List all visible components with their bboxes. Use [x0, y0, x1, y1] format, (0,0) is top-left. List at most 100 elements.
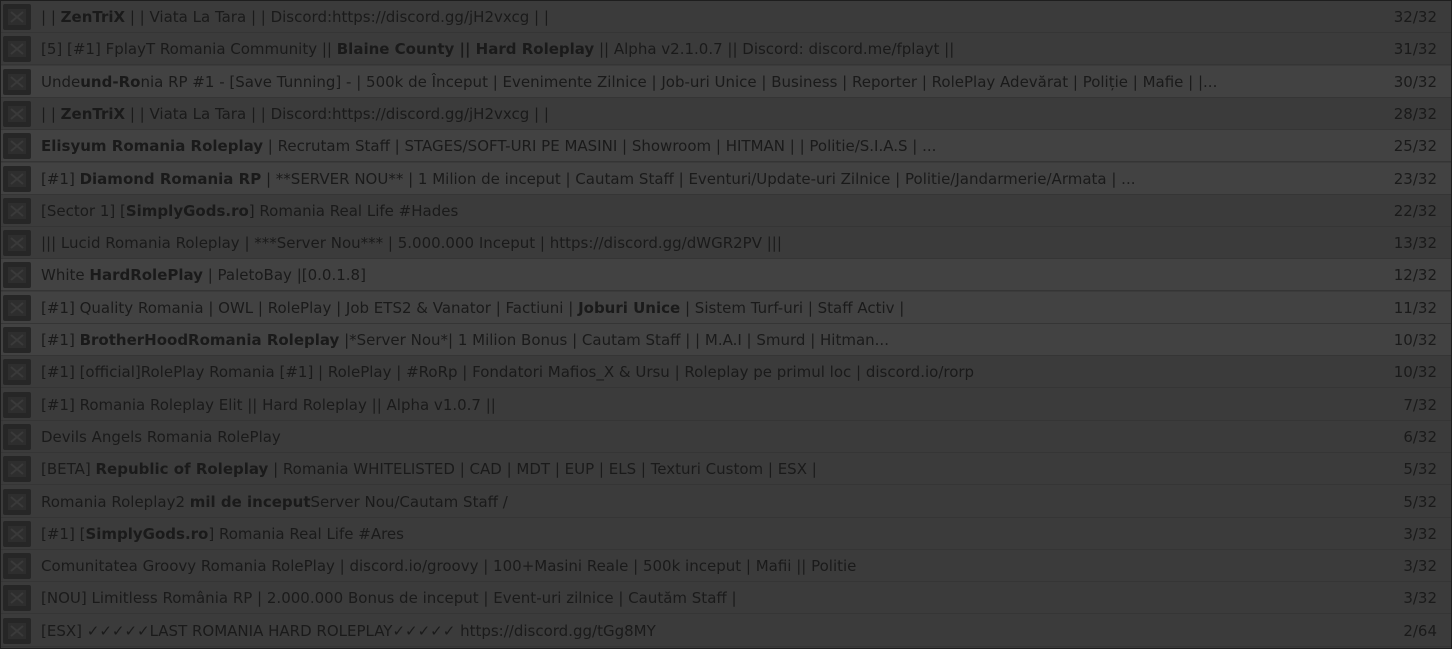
- server-name-rest: Server Nou/Cautam Staff /: [310, 492, 508, 511]
- server-name-rest: | | Viata La Tara | | Discord:https://di…: [125, 8, 549, 26]
- server-name-text: | |: [41, 104, 61, 123]
- server-name-bold: ZenTriX: [60, 8, 126, 26]
- server-row[interactable]: ||| Lucid Romania Roleplay | ***Server N…: [1, 227, 1451, 260]
- server-name-rest: ] Romania Real Life #Hades: [248, 201, 459, 220]
- player-count: 2/64: [1403, 621, 1437, 640]
- server-name-rest: | | Viata La Tara | | Discord:https://di…: [125, 104, 549, 123]
- player-count: 32/32: [1393, 8, 1437, 26]
- server-name-text: Comunitatea Groovy Romania RolePlay | di…: [41, 557, 857, 576]
- player-count: 28/32: [1393, 104, 1437, 123]
- server-name-bold: Joburi Unice: [578, 298, 681, 317]
- player-count: 13/32: [1393, 234, 1437, 253]
- server-logo-icon: [3, 165, 31, 192]
- server-row[interactable]: Romania Roleplay2 mil de inceputServer N…: [1, 486, 1451, 518]
- server-logo-icon: [3, 4, 31, 30]
- server-name-bold: ZenTriX: [60, 104, 126, 123]
- player-count: 10/32: [1393, 363, 1437, 382]
- server-logo-icon: [3, 520, 31, 547]
- server-row[interactable]: [#1] Quality Romania | OWL | RolePlay | …: [1, 291, 1451, 324]
- player-count: 23/32: [1393, 169, 1437, 188]
- server-logo-icon: [3, 488, 31, 515]
- server-name-bold: Republic of Roleplay: [95, 460, 269, 479]
- server-row[interactable]: White HardRolePlay | PaletoBay |[0.0.1.8…: [1, 259, 1451, 292]
- server-logo-icon: [3, 327, 31, 353]
- server-name: White HardRolePlay | PaletoBay |[0.0.1.8…: [41, 259, 1371, 291]
- server-row[interactable]: [#1] [SimplyGods.ro] Romania Real Life #…: [1, 518, 1451, 550]
- server-name-text: [NOU] Limitless România RP | 2.000.000 B…: [41, 589, 737, 608]
- server-name: | | ZenTriX | | Viata La Tara | | Discor…: [41, 98, 1371, 130]
- server-name: [#1] Romania Roleplay Elit || Hard Rolep…: [41, 389, 1371, 421]
- server-name-rest: ] Romania Real Life #Ares: [208, 524, 404, 543]
- server-row[interactable]: [#1] Diamond Romania RP | **SERVER NOU**…: [1, 162, 1451, 195]
- server-name-rest: || Alpha v2.1.0.7 || Discord: discord.me…: [594, 40, 955, 59]
- server-row[interactable]: [5] [#1] FplayT Romania Community || Bla…: [1, 33, 1451, 66]
- server-row[interactable]: [#1] Romania Roleplay Elit || Hard Rolep…: [1, 389, 1451, 421]
- server-row[interactable]: | | ZenTriX | | Viata La Tara | | Discor…: [1, 1, 1451, 33]
- server-logo-icon: [3, 230, 31, 257]
- server-row[interactable]: | | ZenTriX | | Viata La Tara | | Discor…: [1, 98, 1451, 130]
- server-name: [5] [#1] FplayT Romania Community || Bla…: [41, 33, 1371, 65]
- server-logo-icon: [3, 553, 31, 580]
- server-logo-icon: [3, 36, 31, 63]
- server-logo-icon: [3, 391, 31, 418]
- server-name: [#1] Quality Romania | OWL | RolePlay | …: [41, 292, 1371, 324]
- player-count: 10/32: [1393, 331, 1437, 349]
- server-name-bold: HardRolePlay: [89, 266, 203, 285]
- server-name-bold: mil de inceput: [189, 492, 311, 511]
- server-name-rest: | Romania WHITELISTED | CAD | MDT | EUP …: [268, 460, 817, 479]
- server-name-text: [#1] [: [41, 524, 86, 543]
- server-name-rest: | **SERVER NOU** | 1 Milion de inceput |…: [261, 169, 1136, 188]
- player-count: 3/32: [1403, 524, 1437, 543]
- server-name-text: | |: [41, 8, 61, 26]
- server-name: Romania Roleplay2 mil de inceputServer N…: [41, 486, 1371, 518]
- server-name: Elisyum Romania Roleplay | Recrutam Staf…: [41, 130, 1371, 162]
- server-name: | | ZenTriX | | Viata La Tara | | Discor…: [41, 1, 1371, 33]
- server-logo-icon: [3, 359, 31, 386]
- player-count: 3/32: [1403, 589, 1437, 608]
- server-name-text: [#1] Romania Roleplay Elit || Hard Rolep…: [41, 395, 496, 414]
- server-name: [#1] Diamond Romania RP | **SERVER NOU**…: [41, 163, 1371, 195]
- server-name: [#1] [official]RolePlay Romania [#1] | R…: [41, 356, 1371, 388]
- server-row[interactable]: [#1] BrotherHoodRomania Roleplay |*Serve…: [1, 324, 1451, 356]
- player-count: 11/32: [1393, 298, 1437, 317]
- player-count: 30/32: [1393, 72, 1437, 91]
- player-count: 5/32: [1403, 460, 1437, 479]
- server-logo-icon: [3, 133, 31, 160]
- server-name-bold: Diamond Romania RP: [79, 169, 262, 188]
- server-logo-icon: [3, 294, 31, 321]
- server-name-bold: Blaine County || Hard Roleplay: [336, 40, 595, 59]
- server-row[interactable]: [ESX] ✓✓✓✓✓LAST ROMANIA HARD ROLEPLAY✓✓✓…: [1, 615, 1451, 647]
- server-row[interactable]: Elisyum Romania Roleplay | Recrutam Staf…: [1, 130, 1451, 163]
- server-row[interactable]: Undeund-Ronia RP #1 - [Save Tunning] - |…: [1, 65, 1451, 98]
- server-logo-icon: [3, 100, 31, 127]
- server-name-rest: nia RP #1 - [Save Tunning] - | 500k de Î…: [140, 72, 1218, 91]
- server-name-bold: SimplyGods.ro: [85, 524, 209, 543]
- server-logo-icon: [3, 262, 31, 289]
- server-name-text: [#1] Quality Romania | OWL | RolePlay | …: [41, 298, 579, 317]
- server-row[interactable]: Devils Angels Romania RolePlay 6/32: [1, 421, 1451, 453]
- server-name-text: White: [41, 266, 90, 285]
- server-name: [NOU] Limitless România RP | 2.000.000 B…: [41, 582, 1371, 614]
- server-row[interactable]: [BETA] Republic of Roleplay | Romania WH…: [1, 453, 1451, 486]
- server-logo-icon: [3, 197, 31, 224]
- server-logo-icon: [3, 423, 31, 450]
- server-name-text: [#1]: [41, 169, 80, 188]
- player-count: 31/32: [1393, 40, 1437, 59]
- player-count: 6/32: [1403, 427, 1437, 446]
- server-name-rest: https://discord.gg/tGg8MY: [455, 621, 656, 640]
- server-name-bold: und-Ro: [80, 72, 141, 91]
- server-name-text: [Sector 1] [: [41, 201, 126, 220]
- server-name: [BETA] Republic of Roleplay | Romania WH…: [41, 453, 1371, 485]
- server-row[interactable]: [#1] [official]RolePlay Romania [#1] | R…: [1, 356, 1451, 389]
- server-row[interactable]: [Sector 1] [SimplyGods.ro] Romania Real …: [1, 195, 1451, 227]
- server-name: [#1] [SimplyGods.ro] Romania Real Life #…: [41, 518, 1371, 550]
- server-name-bold: BrotherHoodRomania Roleplay: [79, 331, 340, 349]
- server-name-text: [BETA]: [41, 460, 96, 479]
- server-name-rest: | Recrutam Staff | STAGES/SOFT-URI PE MA…: [263, 137, 937, 156]
- server-name-rest: | PaletoBay |[0.0.1.8]: [202, 266, 366, 285]
- server-name-text: Romania Roleplay2: [41, 492, 190, 511]
- server-row[interactable]: Comunitatea Groovy Romania RolePlay | di…: [1, 550, 1451, 583]
- server-name-text: Unde: [41, 72, 81, 91]
- player-count: 22/32: [1393, 201, 1437, 220]
- server-row[interactable]: [NOU] Limitless România RP | 2.000.000 B…: [1, 582, 1451, 615]
